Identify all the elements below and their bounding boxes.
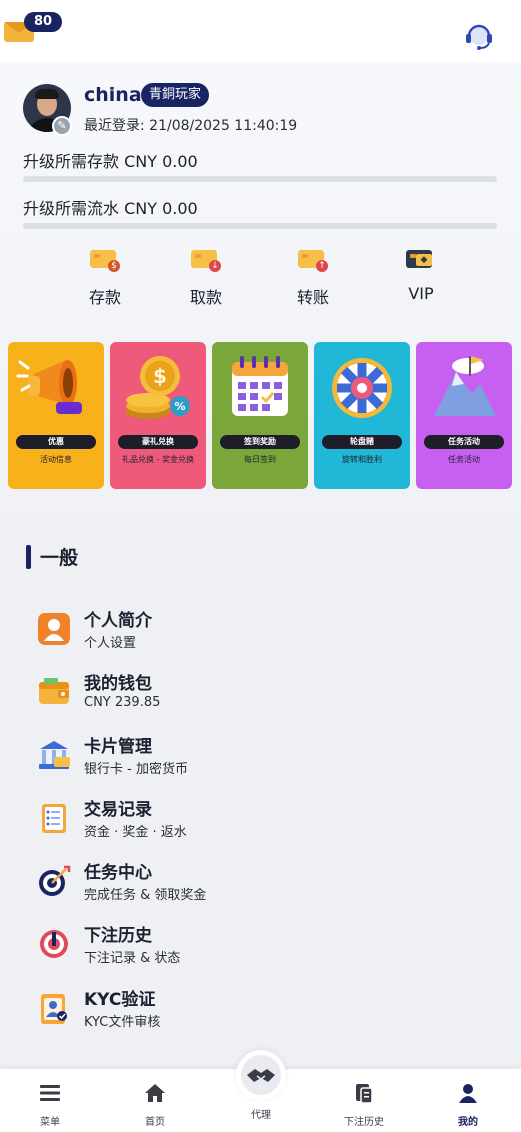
coins-money-icon: $ % [126, 356, 190, 419]
promo-title: 优惠 [16, 435, 96, 449]
bank-card-icon [39, 741, 70, 769]
wallet-icon [39, 678, 69, 704]
transaction-record-icon [42, 804, 66, 833]
nav-mine[interactable]: 我的 [418, 1069, 518, 1132]
promo-title: 豪礼兑换 [118, 435, 198, 449]
promo-subtitle: 任务活动 [448, 455, 480, 464]
turnover-requirement-text: 升级所需流水 CNY 0.00 [23, 199, 198, 218]
promo-title: 轮盘赌 [322, 435, 402, 449]
menu-item-kyc[interactable]: KYC验证 KYC文件审核 [36, 984, 476, 1034]
top-bar: 80 [0, 0, 521, 62]
promo-card-gift-exchange[interactable]: $ % 豪礼兑换 礼品兑换 - 奖金兑换 [110, 342, 206, 489]
nav-home[interactable]: 首页 [105, 1069, 205, 1132]
transfer-label: 转账 [296, 288, 329, 307]
transfer-button[interactable]: ↑ 转账 [273, 248, 353, 308]
withdraw-icon: ↓ [191, 248, 221, 272]
promo-title: 签到奖励 [220, 435, 300, 449]
svg-text:$: $ [153, 364, 167, 388]
withdraw-label: 取款 [189, 288, 222, 307]
menu-item-bet-history[interactable]: 下注历史 下注记录 & 状态 [36, 920, 476, 970]
headset-support-icon [466, 24, 492, 50]
deposit-label: 存款 [88, 288, 121, 307]
menu-item-card-management[interactable]: 卡片管理 银行卡 - 加密货币 [36, 731, 476, 781]
nav-menu[interactable]: 菜单 [0, 1069, 100, 1132]
promo-card-mission[interactable]: 任务活动 任务活动 [416, 342, 512, 489]
profile-icon [38, 613, 70, 645]
roulette-wheel-icon [332, 358, 392, 418]
mission-target-icon [39, 865, 71, 896]
menu-item-wallet[interactable]: 我的钱包 CNY 239.85 [36, 668, 476, 718]
menu-item-transactions[interactable]: 交易记录 资金 · 奖金 · 返水 [36, 794, 476, 844]
kyc-icon [41, 994, 67, 1024]
nav-agent[interactable] [236, 1050, 286, 1100]
menu-item-mission-center[interactable]: 任务中心 完成任务 & 领取奖金 [36, 857, 476, 907]
bet-history-icon [40, 930, 68, 958]
turnover-progress-bar [23, 223, 497, 229]
withdraw-button[interactable]: ↓ 取款 [166, 248, 246, 308]
promo-subtitle: 活动信息 [40, 455, 72, 464]
handshake-icon [247, 1069, 275, 1082]
svg-text:%: % [174, 400, 185, 413]
vip-icon: ◆ [406, 248, 436, 272]
deposit-requirement-text: 升级所需存款 CNY 0.00 [23, 152, 198, 171]
promo-card-roulette[interactable]: 轮盘赌 旋转和胜利 [314, 342, 410, 489]
promo-card-checkin[interactable]: 签到奖励 每日签到 [212, 342, 308, 489]
home-icon [145, 1084, 165, 1102]
transfer-icon: ↑ [298, 248, 328, 272]
mail-button[interactable]: 80 [4, 12, 62, 44]
vip-tier-badge: 青銅玩家 [141, 83, 210, 107]
bet-history-icon [356, 1084, 373, 1104]
last-login-text: 最近登录: 21/08/2025 11:40:19 [84, 118, 298, 134]
edit-avatar-icon[interactable]: ✎ [52, 116, 72, 136]
promo-subtitle: 每日签到 [244, 455, 276, 464]
promo-subtitle: 旋转和胜利 [342, 455, 382, 464]
promo-card-offers[interactable]: 优惠 活动信息 [8, 342, 104, 489]
deposit-progress-bar [23, 176, 497, 182]
megaphone-icon [16, 360, 82, 414]
menu-icon [40, 1085, 60, 1101]
deposit-button[interactable]: $ 存款 [65, 248, 145, 308]
vip-button[interactable]: ◆ VIP [381, 248, 461, 303]
mail-count-badge: 80 [24, 12, 62, 32]
mountain-flag-icon [434, 356, 496, 416]
section-marker [26, 545, 31, 569]
promo-title: 任务活动 [424, 435, 504, 449]
vip-label: VIP [408, 284, 434, 303]
menu-item-profile[interactable]: 个人简介 个人设置 [36, 605, 476, 655]
nav-agent-label: 代理 [251, 1110, 271, 1121]
nav-bet-history[interactable]: 下注历史 [314, 1069, 414, 1132]
calendar-icon [232, 356, 288, 416]
username: china [84, 84, 142, 106]
customer-support-button[interactable] [462, 18, 496, 52]
deposit-icon: $ [90, 248, 120, 272]
user-icon [459, 1084, 477, 1103]
promo-subtitle: 礼品兑换 - 奖金兑换 [122, 455, 194, 464]
